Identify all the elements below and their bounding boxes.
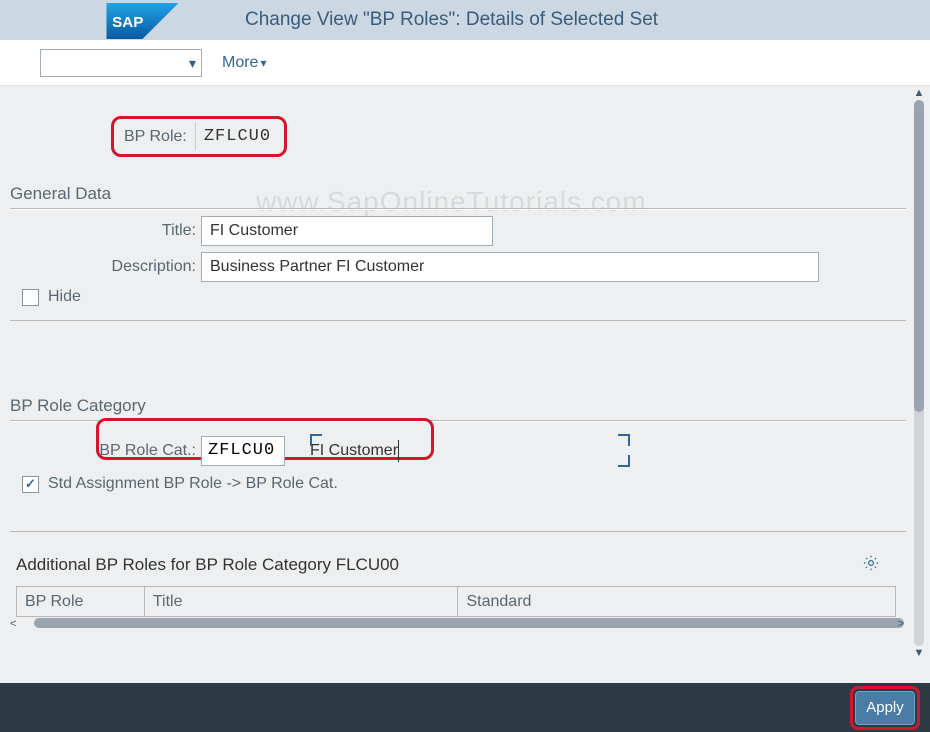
toolbar-dropdown[interactable]: ▾	[40, 49, 202, 77]
divider	[10, 531, 906, 532]
title-input[interactable]	[201, 216, 493, 246]
std-assignment-checkbox[interactable]	[22, 476, 39, 493]
std-assignment-label: Std Assignment BP Role -> BP Role Cat.	[48, 475, 338, 493]
selection-bracket-right	[618, 434, 630, 467]
table-header-bp-role[interactable]: BP Role	[17, 587, 145, 617]
divider	[10, 320, 906, 321]
header-bar: SAP Change View "BP Roles": Details of S…	[0, 0, 930, 40]
divider	[10, 208, 906, 210]
toolbar: ▾ More ▾	[0, 40, 930, 86]
table-header-title[interactable]: Title	[144, 587, 458, 617]
gear-icon[interactable]	[862, 554, 880, 576]
bp-role-cat-label: BP Role Cat.:	[6, 442, 201, 460]
description-input[interactable]	[201, 252, 819, 282]
additional-roles-table: BP Role Title Standard	[16, 586, 896, 617]
description-label: Description:	[6, 258, 201, 276]
scroll-up-icon[interactable]: ▲	[912, 86, 926, 100]
hide-checkbox[interactable]	[22, 289, 39, 306]
hide-label: Hide	[48, 288, 81, 306]
scroll-thumb[interactable]	[914, 100, 924, 412]
bp-role-field: BP Role: ZFLCU0	[111, 116, 287, 157]
bp-role-value: ZFLCU0	[196, 125, 279, 148]
selection-corner-icon	[310, 434, 322, 446]
scroll-left-icon[interactable]: ˂	[10, 618, 16, 630]
bp-role-cat-desc[interactable]: FI Customer	[310, 442, 398, 460]
bp-role-cat-input[interactable]	[201, 436, 285, 466]
chevron-down-icon: ▾	[260, 56, 266, 70]
scroll-right-icon[interactable]: ˃	[898, 618, 904, 630]
page-title: Change View "BP Roles": Details of Selec…	[245, 9, 658, 31]
footer-bar: Apply	[0, 683, 930, 732]
scroll-down-icon[interactable]: ▼	[912, 646, 926, 660]
main-content: www.SapOnlineTutorials.com BP Role: ZFLC…	[0, 86, 930, 660]
chevron-down-icon: ▾	[189, 55, 196, 72]
sap-logo: SAP	[105, 3, 180, 43]
title-label: Title:	[6, 222, 201, 240]
svg-text:SAP: SAP	[112, 14, 143, 31]
scroll-thumb[interactable]	[34, 618, 904, 628]
group-additional-roles: Additional BP Roles for BP Role Category…	[16, 554, 910, 634]
group-general-data: General Data Title: Description: Hide	[6, 184, 910, 321]
section-heading-category: BP Role Category	[6, 396, 910, 420]
additional-heading: Additional BP Roles for BP Role Category…	[16, 555, 399, 575]
text-cursor	[398, 440, 399, 462]
horizontal-scrollbar[interactable]: ˂ ˃	[16, 616, 910, 634]
table-header-standard[interactable]: Standard	[458, 587, 896, 617]
more-label: More	[222, 54, 258, 72]
more-menu[interactable]: More ▾	[222, 54, 266, 72]
section-heading-general: General Data	[6, 184, 910, 208]
highlight-box: Apply	[850, 686, 920, 730]
bp-role-label: BP Role:	[124, 128, 195, 146]
group-bp-role-category: BP Role Category BP Role Cat.: FI Custom…	[6, 396, 910, 532]
bp-role-cat-desc-wrap: FI Customer	[310, 434, 399, 467]
apply-button[interactable]: Apply	[855, 691, 915, 725]
vertical-scrollbar[interactable]: ▲ ▼	[912, 86, 926, 660]
